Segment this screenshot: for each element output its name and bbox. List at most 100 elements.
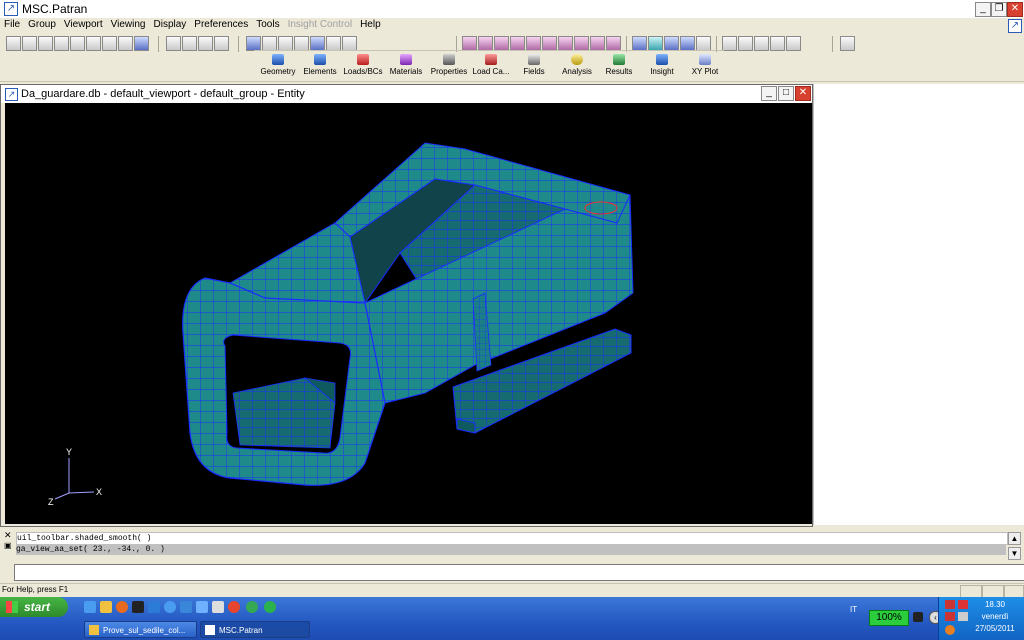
viewport-close-button[interactable]: ✕ [795, 86, 811, 101]
cmd-icon[interactable] [132, 601, 144, 613]
app-button-elements[interactable]: Elements [298, 52, 342, 80]
tray-icon[interactable] [945, 625, 955, 635]
transform-icon[interactable] [182, 36, 197, 51]
quicklaunch-icon[interactable] [84, 601, 96, 613]
view-right-icon[interactable] [542, 36, 557, 51]
history-collapse-icon[interactable]: ▣ [4, 542, 12, 550]
app-button-load-cases[interactable]: Load Ca... [469, 52, 513, 80]
app-button-results[interactable]: Results [597, 52, 641, 80]
language-indicator[interactable]: IT [850, 605, 857, 614]
menu-viewport[interactable]: Viewport [60, 18, 107, 32]
edge-icon[interactable] [770, 36, 785, 51]
app-button-fields[interactable]: Fields [512, 52, 556, 80]
view-left-icon[interactable] [526, 36, 541, 51]
save-icon[interactable] [38, 36, 53, 51]
fit-view-icon[interactable] [310, 36, 325, 51]
app-title: MSC.Patran [22, 2, 88, 16]
app-button-materials[interactable]: Materials [384, 52, 428, 80]
app-icon[interactable] [180, 601, 192, 613]
open-icon[interactable] [22, 36, 37, 51]
menu-file[interactable]: File [0, 18, 24, 32]
history-scroll-up-icon[interactable]: ▲ [1008, 532, 1021, 545]
app-button-insight[interactable]: Insight [640, 52, 684, 80]
shaded-flat-icon[interactable] [664, 36, 679, 51]
command-input[interactable] [14, 564, 1024, 581]
clock[interactable]: 18.30 venerdì 27/05/2011 [967, 599, 1023, 635]
post-icon[interactable] [786, 36, 801, 51]
refresh-icon[interactable] [134, 36, 149, 51]
graphics-viewport[interactable]: Y X Z [5, 103, 812, 524]
view-iso1-icon[interactable] [558, 36, 573, 51]
shaded-smooth-icon[interactable] [680, 36, 695, 51]
transform-icon[interactable] [214, 36, 229, 51]
menu-display[interactable]: Display [150, 18, 191, 32]
label-icon[interactable] [738, 36, 753, 51]
elements-icon [314, 54, 326, 65]
show-icon[interactable] [722, 36, 737, 51]
tray-icon[interactable] [945, 600, 955, 609]
app-button-label: Loads/BCs [343, 67, 383, 76]
patran-logo-icon: ↗ [1008, 19, 1022, 33]
minimize-button[interactable]: _ [975, 2, 991, 17]
app-button-geometry[interactable]: Geometry [256, 52, 300, 80]
close-button[interactable]: ✕ [1007, 2, 1023, 17]
start-button[interactable]: start [0, 597, 68, 617]
view-top-icon[interactable] [494, 36, 509, 51]
new-icon[interactable] [6, 36, 21, 51]
tray-icon[interactable] [945, 612, 955, 621]
viewport-maximize-button[interactable]: □ [778, 86, 794, 101]
battery-indicator[interactable]: 100% [869, 610, 909, 626]
menu-help[interactable]: Help [356, 18, 385, 32]
zoom-in-icon[interactable] [342, 36, 357, 51]
program-icon[interactable] [246, 601, 258, 613]
wireframe-icon[interactable] [632, 36, 647, 51]
restore-button[interactable]: ❐ [991, 2, 1007, 17]
home-icon[interactable] [840, 36, 855, 51]
app-button-properties[interactable]: Properties [427, 52, 471, 80]
hidden-line-icon[interactable] [648, 36, 663, 51]
explorer-icon[interactable] [148, 601, 160, 613]
app-button-xy-plot[interactable]: XY Plot [683, 52, 727, 80]
history-line-selected[interactable]: ga_view_aa_set( 23., -34., 0. ) [16, 544, 1006, 555]
center-icon[interactable] [294, 36, 309, 51]
zoom-out-icon[interactable] [326, 36, 341, 51]
copy-icon[interactable] [70, 36, 85, 51]
transform-icon[interactable] [166, 36, 181, 51]
windows-logo-icon [6, 601, 18, 613]
view-iso4-icon[interactable] [606, 36, 621, 51]
chrome-icon[interactable] [228, 601, 240, 613]
paint-icon[interactable] [212, 601, 224, 613]
transform-icon[interactable] [198, 36, 213, 51]
toolbar: Geometry Elements Loads/BCs Materials Pr… [0, 33, 1024, 82]
view-rear-icon[interactable] [478, 36, 493, 51]
folder-icon[interactable] [100, 601, 112, 613]
calc-icon[interactable] [196, 601, 208, 613]
undo-icon[interactable] [86, 36, 101, 51]
media-icon[interactable] [164, 601, 176, 613]
utorrent-icon[interactable] [264, 601, 276, 613]
print-icon[interactable] [54, 36, 69, 51]
menu-preferences[interactable]: Preferences [190, 18, 252, 32]
history-close-icon[interactable]: ✕ [4, 531, 12, 540]
view-iso3-icon[interactable] [590, 36, 605, 51]
menu-tools[interactable]: Tools [252, 18, 283, 32]
firefox-icon[interactable] [116, 601, 128, 613]
plot-erase-icon[interactable] [754, 36, 769, 51]
view-front-icon[interactable] [462, 36, 477, 51]
app-button-loads-bcs[interactable]: Loads/BCs [341, 52, 385, 80]
history-scroll-down-icon[interactable]: ▼ [1008, 547, 1021, 560]
view-iso2-icon[interactable] [574, 36, 589, 51]
app-button-analysis[interactable]: Analysis [555, 52, 599, 80]
view-icon[interactable] [246, 36, 261, 51]
view-bottom-icon[interactable] [510, 36, 525, 51]
reset-graphics-icon[interactable] [118, 36, 133, 51]
menu-group[interactable]: Group [24, 18, 60, 32]
taskbar-button-folder[interactable]: Prove_sul_sedile_col... [84, 621, 197, 638]
abort-icon[interactable] [102, 36, 117, 51]
viewport-minimize-button[interactable]: _ [761, 86, 777, 101]
taskbar-button-patran[interactable]: MSC.Patran [200, 621, 310, 638]
rotate-icon[interactable] [278, 36, 293, 51]
menu-viewing[interactable]: Viewing [107, 18, 150, 32]
render-icon[interactable] [696, 36, 711, 51]
pan-icon[interactable] [262, 36, 277, 51]
